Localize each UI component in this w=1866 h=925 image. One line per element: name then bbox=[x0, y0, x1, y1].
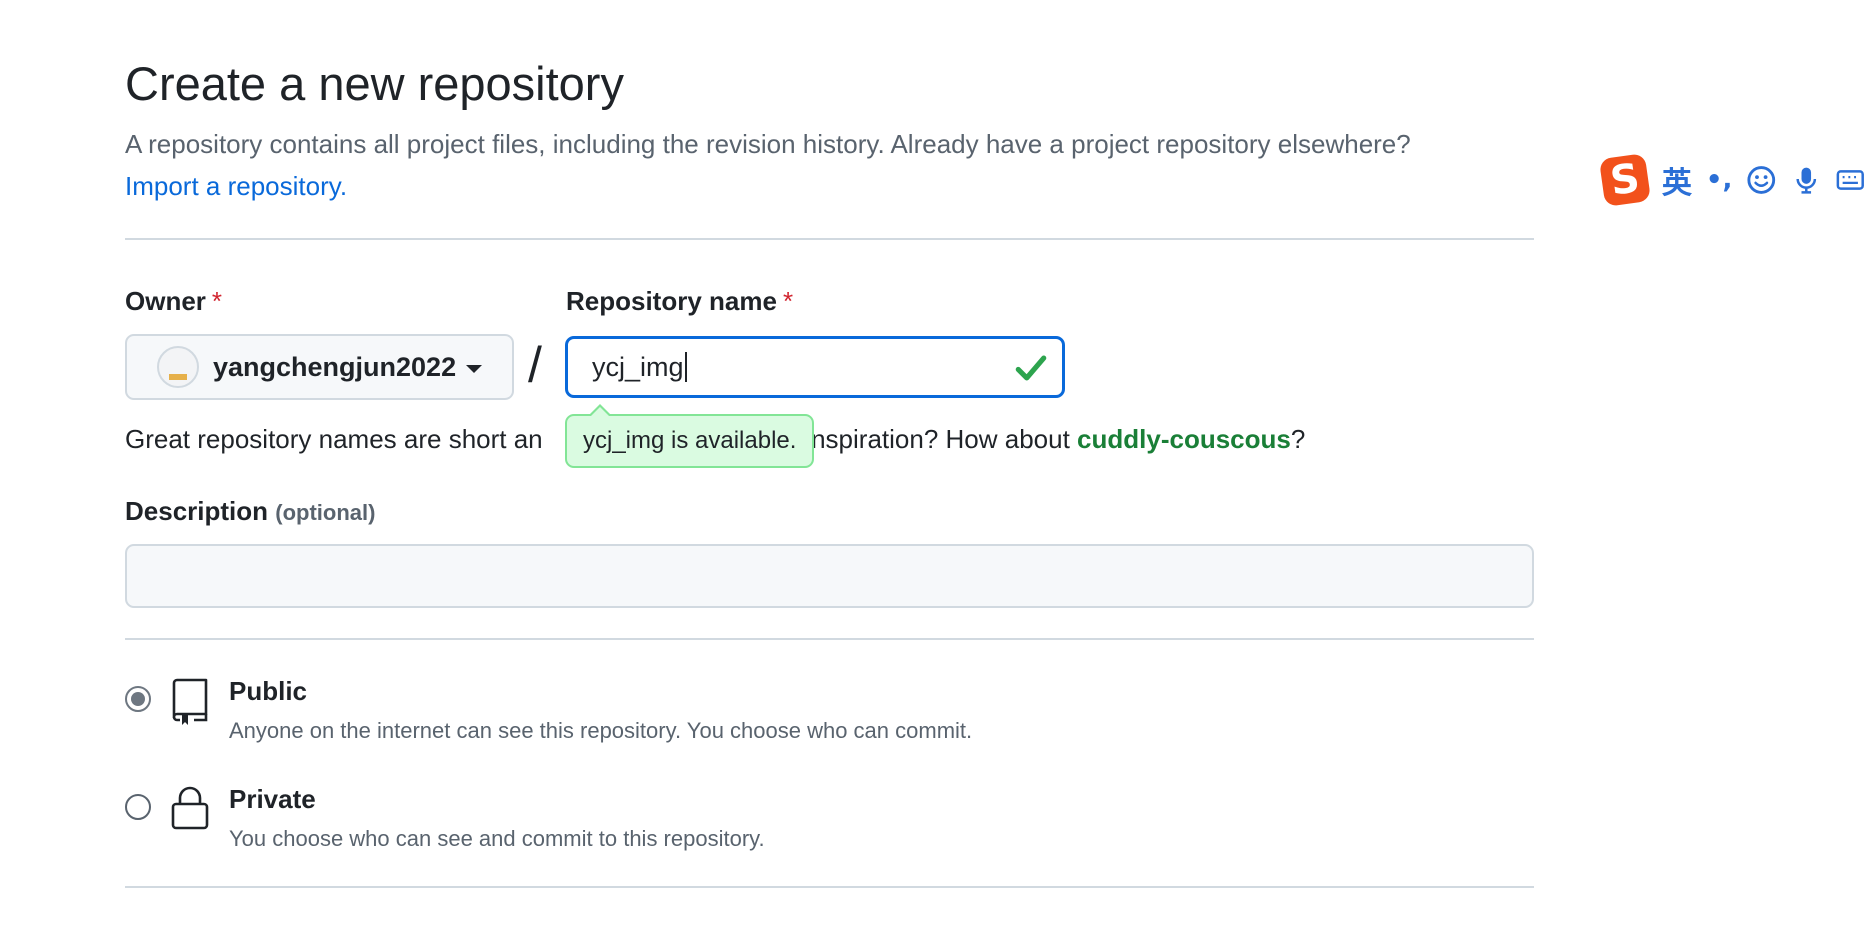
description-input[interactable] bbox=[125, 544, 1534, 608]
ime-toolbar[interactable]: S 英 •, bbox=[1598, 150, 1866, 210]
suggested-name-link[interactable]: cuddly-couscous bbox=[1077, 424, 1291, 454]
radio-button[interactable] bbox=[125, 794, 151, 820]
visibility-public-title: Public bbox=[229, 676, 308, 706]
optional-hint: (optional) bbox=[275, 500, 376, 525]
visibility-private-description: You choose who can see and commit to thi… bbox=[229, 826, 765, 851]
visibility-public-description: Anyone on the internet can see this repo… bbox=[229, 718, 973, 743]
divider bbox=[125, 886, 1534, 888]
microphone-icon[interactable] bbox=[1791, 164, 1822, 196]
owner-repo-separator: / bbox=[528, 337, 542, 393]
visibility-public-radio[interactable] bbox=[125, 686, 151, 712]
import-repository-link[interactable]: Import a repository. bbox=[125, 171, 347, 201]
description-text: A repository contains all project files,… bbox=[125, 129, 1411, 159]
page-description: A repository contains all project files,… bbox=[125, 124, 1545, 207]
availability-tooltip: ycj_img is available. bbox=[565, 404, 815, 468]
owner-label: Owner * bbox=[125, 286, 223, 316]
visibility-private-radio[interactable] bbox=[125, 794, 151, 820]
check-icon bbox=[1015, 355, 1047, 381]
lock-icon bbox=[171, 786, 209, 830]
owner-name: yangchengjun2022 bbox=[213, 351, 457, 382]
page-title: Create a new repository bbox=[125, 57, 624, 110]
required-asterisk: * bbox=[782, 286, 794, 316]
description-label: Description (optional) bbox=[125, 496, 376, 526]
keyboard-icon[interactable] bbox=[1835, 164, 1866, 196]
text-cursor bbox=[684, 352, 687, 382]
required-asterisk: * bbox=[211, 286, 223, 316]
emoji-icon[interactable] bbox=[1746, 164, 1777, 196]
ime-language-toggle[interactable]: 英 bbox=[1662, 158, 1692, 202]
caret-down-icon bbox=[466, 365, 483, 373]
repository-name-value: ycj_img bbox=[592, 351, 684, 382]
ime-punctuation-toggle[interactable]: •, bbox=[1706, 165, 1733, 195]
repository-name-input[interactable]: ycj_img bbox=[565, 336, 1065, 398]
radio-button[interactable] bbox=[125, 686, 151, 712]
ime-logo-icon[interactable]: S bbox=[1598, 153, 1651, 207]
avatar bbox=[157, 346, 199, 388]
divider bbox=[125, 238, 1534, 240]
repo-icon bbox=[172, 678, 208, 725]
divider bbox=[125, 638, 1534, 640]
visibility-private-title: Private bbox=[229, 784, 316, 814]
owner-select-button[interactable]: yangchengjun2022 bbox=[125, 334, 514, 400]
repository-name-label: Repository name * bbox=[566, 286, 794, 316]
